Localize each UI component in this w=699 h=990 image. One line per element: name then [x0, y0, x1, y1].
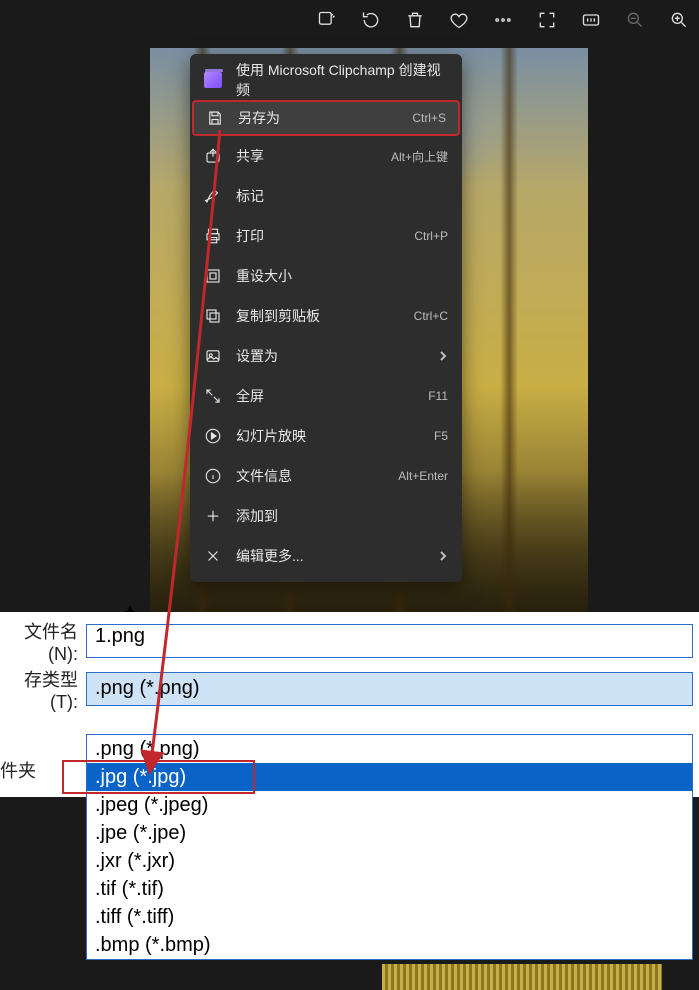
menu-copy[interactable]: 复制到剪贴板 Ctrl+C: [190, 296, 462, 336]
menu-label: 全屏: [236, 386, 414, 406]
menu-file-info[interactable]: 文件信息 Alt+Enter: [190, 456, 462, 496]
filename-row: 文件名(N): 1.png: [0, 622, 699, 660]
menu-label: 使用 Microsoft Clipchamp 创建视频: [236, 60, 448, 100]
context-menu: 使用 Microsoft Clipchamp 创建视频 另存为 Ctrl+S 共…: [190, 54, 462, 582]
trash-icon[interactable]: [405, 10, 425, 30]
filetype-option[interactable]: .png (*.png): [87, 735, 692, 763]
menu-shortcut: Alt+向上键: [391, 148, 448, 165]
info-icon: [204, 467, 222, 485]
menu-fullscreen[interactable]: 全屏 F11: [190, 376, 462, 416]
filename-input[interactable]: 1.png: [86, 624, 693, 658]
filetype-option[interactable]: .jxr (*.jxr): [87, 847, 692, 875]
menu-set-as[interactable]: 设置为: [190, 336, 462, 376]
menu-label: 共享: [236, 146, 377, 166]
menu-add-to[interactable]: 添加到: [190, 496, 462, 536]
rotate-icon[interactable]: [361, 10, 381, 30]
menu-label: 打印: [236, 226, 400, 246]
thumbnail-strip: [382, 964, 662, 990]
print-icon: [204, 227, 222, 245]
menu-label: 添加到: [236, 506, 448, 526]
menu-edit-more[interactable]: 编辑更多...: [190, 536, 462, 576]
menu-label: 复制到剪贴板: [236, 306, 400, 326]
filetype-option[interactable]: .jpg (*.jpg): [87, 763, 692, 791]
filetype-option[interactable]: .jpeg (*.jpeg): [87, 791, 692, 819]
menu-label: 标记: [236, 186, 448, 206]
filetype-option[interactable]: .jpe (*.jpe): [87, 819, 692, 847]
filetype-row: 存类型(T): .png (*.png): [0, 670, 699, 708]
menu-label: 幻灯片放映: [236, 426, 420, 446]
zoom-out-icon[interactable]: [625, 10, 645, 30]
chevron-right-icon: [438, 548, 448, 564]
heart-icon[interactable]: [449, 10, 469, 30]
expand-icon: [204, 387, 222, 405]
menu-marker[interactable]: 标记: [190, 176, 462, 216]
filetype-label: 存类型(T):: [0, 666, 86, 713]
chevron-right-icon: [438, 348, 448, 364]
fullscreen-icon[interactable]: [537, 10, 557, 30]
filetype-option[interactable]: .tiff (*.tiff): [87, 903, 692, 931]
menu-shortcut: Ctrl+C: [414, 309, 448, 323]
menu-share[interactable]: 共享 Alt+向上键: [190, 136, 462, 176]
menu-resize[interactable]: 重设大小: [190, 256, 462, 296]
actual-size-icon[interactable]: [581, 10, 601, 30]
menu-label: 重设大小: [236, 266, 448, 286]
photo-toolbar: [317, 10, 689, 30]
marker-icon: [204, 187, 222, 205]
menu-shortcut: Ctrl+P: [414, 229, 448, 243]
menu-save-as[interactable]: 另存为 Ctrl+S: [192, 100, 460, 136]
setas-icon: [204, 347, 222, 365]
menu-label: 编辑更多...: [236, 546, 424, 566]
folder-label: 件夹: [0, 757, 36, 783]
filetype-select[interactable]: .png (*.png): [86, 672, 693, 706]
menu-clipchamp[interactable]: 使用 Microsoft Clipchamp 创建视频: [190, 60, 462, 100]
menu-shortcut: F5: [434, 429, 448, 443]
clipchamp-icon: [204, 71, 222, 89]
resize-icon: [204, 267, 222, 285]
zoom-in-icon[interactable]: [669, 10, 689, 30]
menu-shortcut: F11: [428, 389, 448, 403]
menu-print[interactable]: 打印 Ctrl+P: [190, 216, 462, 256]
share-icon: [204, 147, 222, 165]
edit-sparkle-icon[interactable]: [317, 10, 337, 30]
copy-icon: [204, 307, 222, 325]
filetype-dropdown: .png (*.png) .jpg (*.jpg) .jpeg (*.jpeg)…: [86, 734, 693, 960]
save-icon: [206, 109, 224, 127]
edit-more-icon: [204, 547, 222, 565]
menu-slideshow[interactable]: 幻灯片放映 F5: [190, 416, 462, 456]
menu-label: 另存为: [238, 108, 398, 128]
plus-icon: [204, 507, 222, 525]
filename-label: 文件名(N):: [0, 618, 86, 665]
more-icon[interactable]: [493, 10, 513, 30]
menu-label: 设置为: [236, 346, 424, 366]
menu-label: 文件信息: [236, 466, 384, 486]
menu-shortcut: Ctrl+S: [412, 111, 446, 125]
filetype-option[interactable]: .bmp (*.bmp): [87, 931, 692, 959]
menu-shortcut: Alt+Enter: [398, 469, 448, 483]
filetype-option[interactable]: .tif (*.tif): [87, 875, 692, 903]
slideshow-icon: [204, 427, 222, 445]
